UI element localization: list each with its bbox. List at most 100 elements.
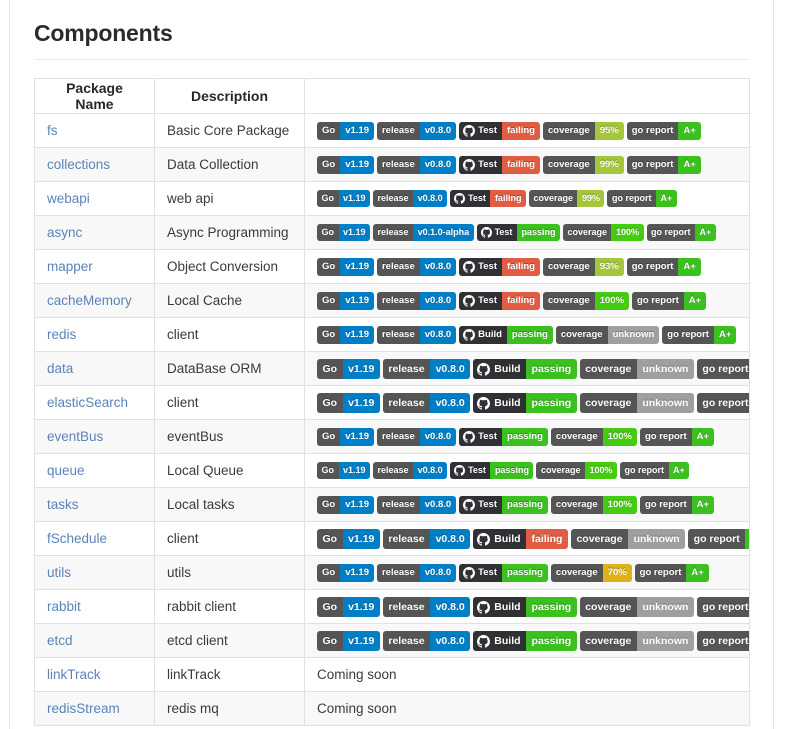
release-version-badge[interactable]: releasev0.8.0 (383, 631, 470, 651)
go-report-badge[interactable]: go reportA+ (635, 564, 709, 582)
ci-status-badge[interactable]: Testfailing (459, 156, 540, 174)
go-version-badge[interactable]: Gov1.19 (317, 156, 374, 174)
go-version-badge[interactable]: Gov1.19 (317, 496, 374, 514)
coverage-badge[interactable]: coverageunknown (580, 631, 694, 651)
go-report-badge[interactable]: go reportA+ (697, 393, 750, 413)
release-version-badge[interactable]: releasev0.8.0 (383, 597, 470, 617)
ci-status-badge[interactable]: Buildpassing (473, 631, 576, 651)
ci-status-badge[interactable]: Testpassing (459, 428, 548, 446)
table-row: cacheMemoryLocal CacheGov1.19releasev0.8… (35, 284, 750, 318)
coverage-badge[interactable]: coverage100% (551, 428, 637, 446)
go-version-badge[interactable]: Gov1.19 (317, 597, 380, 617)
go-version-badge[interactable]: Gov1.19 (317, 122, 374, 140)
package-link-elasticSearch[interactable]: elasticSearch (47, 395, 128, 410)
ci-status-badge[interactable]: Testpassing (459, 564, 548, 582)
package-link-mapper[interactable]: mapper (47, 259, 93, 274)
ci-status-badge[interactable]: Testfailing (450, 190, 526, 207)
go-version-badge[interactable]: Gov1.19 (317, 462, 370, 479)
release-version-badge[interactable]: releasev0.8.0 (377, 292, 456, 310)
go-version-badge[interactable]: Gov1.19 (317, 631, 380, 651)
go-report-badge[interactable]: go reportA+ (697, 359, 750, 379)
release-version-badge[interactable]: releasev0.8.0 (377, 496, 456, 514)
go-version-badge[interactable]: Gov1.19 (317, 326, 374, 344)
package-link-utils[interactable]: utils (47, 565, 71, 580)
coverage-badge[interactable]: coverage70% (551, 564, 632, 582)
go-report-badge[interactable]: go reportA+ (627, 156, 701, 174)
package-link-webapi[interactable]: webapi (47, 191, 90, 206)
coverage-badge[interactable]: coverage95% (543, 122, 624, 140)
go-report-badge[interactable]: go reportA+ (640, 428, 714, 446)
coverage-badge[interactable]: coverage93% (543, 258, 624, 276)
package-link-redisStream[interactable]: redisStream (47, 701, 120, 716)
coverage-badge-value: 70% (603, 564, 632, 582)
release-version-badge[interactable]: releasev0.8.0 (377, 564, 456, 582)
go-report-badge[interactable]: go reportA+ (647, 224, 716, 241)
go-version-badge[interactable]: Gov1.19 (317, 292, 374, 310)
package-link-rabbit[interactable]: rabbit (47, 599, 81, 614)
release-version-badge[interactable]: releasev0.8.0 (377, 122, 456, 140)
ci-status-badge[interactable]: Testfailing (459, 258, 540, 276)
coverage-badge[interactable]: coverage100% (551, 496, 637, 514)
package-link-fSchedule[interactable]: fSchedule (47, 531, 107, 546)
go-version-badge[interactable]: Gov1.19 (317, 564, 374, 582)
coverage-badge[interactable]: coverageunknown (580, 359, 694, 379)
release-version-badge[interactable]: releasev0.1.0-alpha (373, 224, 474, 241)
ci-status-badge[interactable]: Buildfailing (473, 529, 568, 549)
coverage-badge[interactable]: coverage100% (536, 462, 617, 479)
release-version-badge[interactable]: releasev0.8.0 (377, 156, 456, 174)
go-report-badge[interactable]: go reportA+ (640, 496, 714, 514)
go-report-badge[interactable]: go reportA+ (627, 122, 701, 140)
go-report-badge[interactable]: go reportA+ (607, 190, 676, 207)
release-version-badge[interactable]: releasev0.8.0 (377, 258, 456, 276)
coverage-badge[interactable]: coverageunknown (556, 326, 659, 344)
coverage-badge[interactable]: coverage100% (543, 292, 629, 310)
go-report-badge[interactable]: go reportA+ (620, 462, 689, 479)
go-report-badge[interactable]: go reportA+ (688, 529, 749, 549)
package-link-data[interactable]: data (47, 361, 73, 376)
package-link-collections[interactable]: collections (47, 157, 110, 172)
go-report-badge[interactable]: go reportA+ (632, 292, 706, 310)
go-version-badge[interactable]: Gov1.19 (317, 258, 374, 276)
coverage-badge[interactable]: coverageunknown (580, 597, 694, 617)
ci-status-badge[interactable]: Testfailing (459, 122, 540, 140)
release-version-badge[interactable]: releasev0.8.0 (373, 190, 447, 207)
go-version-badge[interactable]: Gov1.19 (317, 359, 380, 379)
package-link-cacheMemory[interactable]: cacheMemory (47, 293, 132, 308)
ci-status-badge[interactable]: Testpassing (450, 462, 533, 479)
release-version-badge[interactable]: releasev0.8.0 (383, 393, 470, 413)
ci-status-badge[interactable]: Testfailing (459, 292, 540, 310)
release-version-badge[interactable]: releasev0.8.0 (383, 529, 470, 549)
coverage-badge[interactable]: coverage99% (543, 156, 624, 174)
package-link-etcd[interactable]: etcd (47, 633, 73, 648)
ci-status-badge[interactable]: Buildpassing (473, 393, 576, 413)
go-report-badge[interactable]: go reportA+ (627, 258, 701, 276)
release-version-badge[interactable]: releasev0.8.0 (373, 462, 447, 479)
ci-status-badge[interactable]: Buildpassing (473, 359, 576, 379)
package-link-tasks[interactable]: tasks (47, 497, 79, 512)
go-report-badge[interactable]: go reportA+ (697, 597, 750, 617)
go-version-badge[interactable]: Gov1.19 (317, 190, 370, 207)
ci-status-badge[interactable]: Buildpassing (459, 326, 553, 344)
package-link-fs[interactable]: fs (47, 123, 58, 138)
package-link-eventBus[interactable]: eventBus (47, 429, 103, 444)
coverage-badge[interactable]: coverage100% (563, 224, 644, 241)
go-version-badge[interactable]: Gov1.19 (317, 529, 380, 549)
go-version-badge[interactable]: Gov1.19 (317, 224, 370, 241)
coverage-badge[interactable]: coverageunknown (571, 529, 685, 549)
go-report-badge[interactable]: go reportA+ (697, 631, 750, 651)
ci-status-badge[interactable]: Testpassing (477, 224, 560, 241)
package-link-queue[interactable]: queue (47, 463, 85, 478)
release-version-badge[interactable]: releasev0.8.0 (383, 359, 470, 379)
go-version-badge[interactable]: Gov1.19 (317, 393, 380, 413)
coverage-badge[interactable]: coverageunknown (580, 393, 694, 413)
coverage-badge[interactable]: coverage99% (529, 190, 605, 207)
package-link-async[interactable]: async (47, 225, 82, 240)
go-version-badge[interactable]: Gov1.19 (317, 428, 374, 446)
release-version-badge[interactable]: releasev0.8.0 (377, 326, 456, 344)
package-link-linkTrack[interactable]: linkTrack (47, 667, 101, 682)
ci-status-badge[interactable]: Testpassing (459, 496, 548, 514)
release-version-badge[interactable]: releasev0.8.0 (377, 428, 456, 446)
ci-status-badge[interactable]: Buildpassing (473, 597, 576, 617)
package-link-redis[interactable]: redis (47, 327, 76, 342)
go-report-badge[interactable]: go reportA+ (662, 326, 736, 344)
